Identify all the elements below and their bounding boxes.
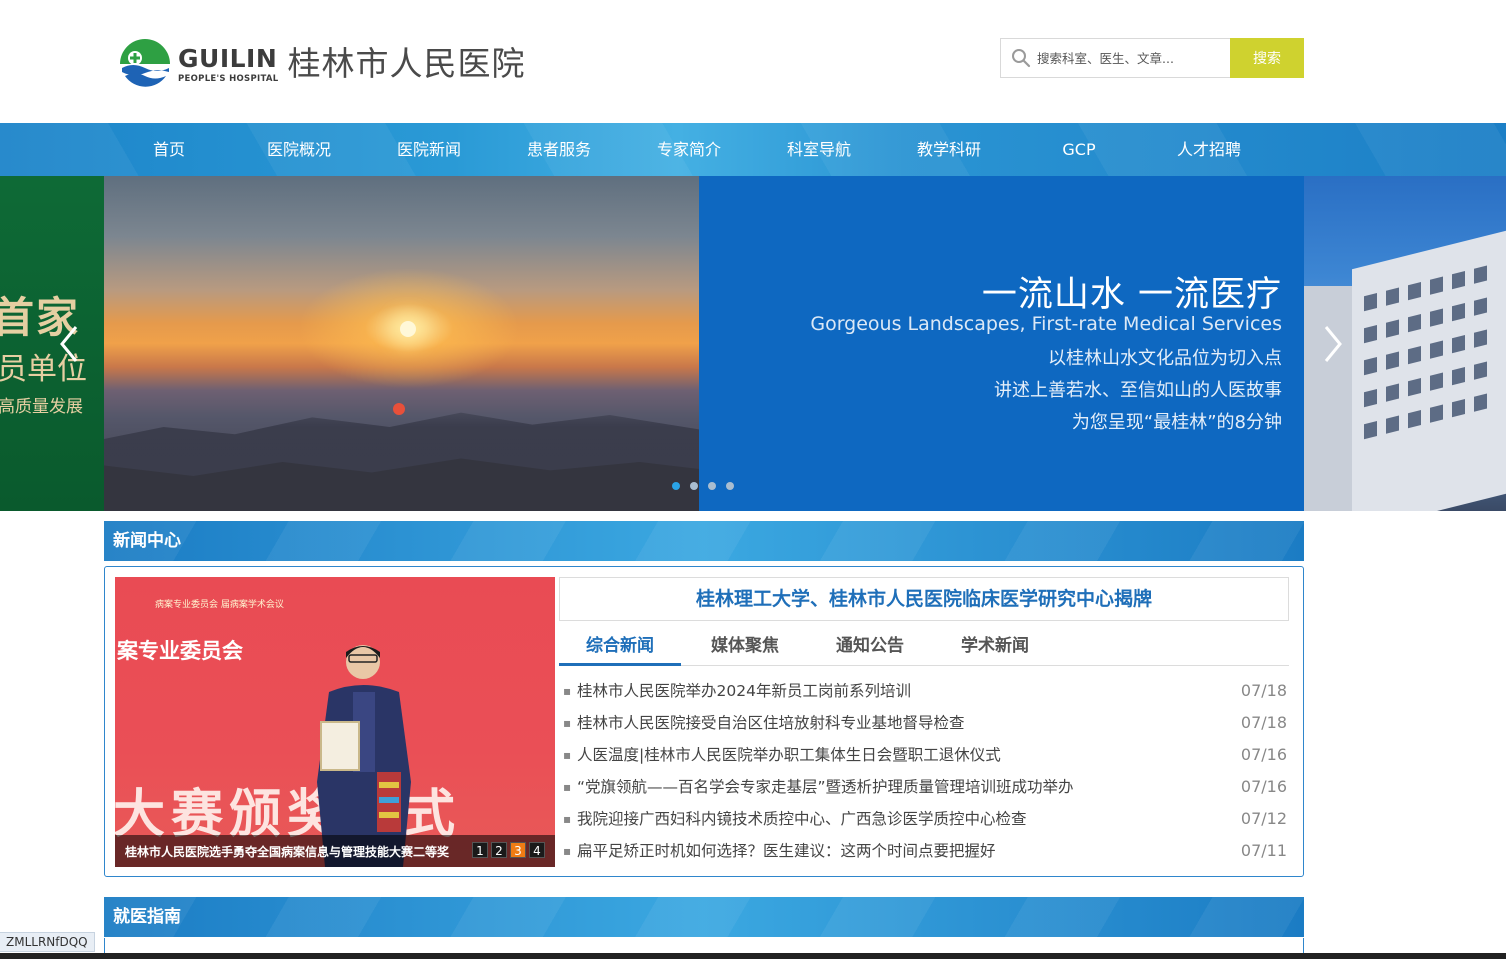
logo-chinese-name: 桂林市人民医院 [287, 44, 526, 83]
logo-english-subtitle: PEOPLE'S HOSPITAL [178, 73, 279, 84]
news-list: ▪ 桂林市人民医院举办2024年新员工岗前系列培训 07/18 ▪ 桂林市人民医… [563, 675, 1289, 867]
medical-guide-header: 就医指南 [104, 897, 1304, 937]
photo-pager: 1 2 3 4 [472, 842, 545, 858]
main-nav: 首页 医院概况 医院新闻 患者服务 专家简介 科室导航 教学科研 GCP 人才招… [0, 123, 1506, 176]
carousel-dot-3[interactable] [708, 482, 716, 490]
search-input[interactable] [1037, 50, 1222, 66]
carousel-dot-1[interactable] [672, 482, 680, 490]
banner-line-1: 以桂林山水文化品位为切入点 [1048, 348, 1282, 369]
news-list-item[interactable]: ▪ 人医温度|桂林市人民医院举办职工集体生日会暨职工退休仪式 07/16 [563, 739, 1289, 771]
bullet-icon: ▪ [563, 716, 572, 730]
carousel-dot-4[interactable] [726, 482, 734, 490]
news-featured-photo[interactable]: 病案专业委员会 届病案学术会议 案专业委员会 大赛颁奖仪式 桂林市人民医院选手勇… [115, 577, 555, 867]
site-header: GUILIN PEOPLE'S HOSPITAL 桂林市人民医院 搜索 [0, 0, 1506, 123]
news-list-item[interactable]: ▪ 桂林市人民医院举办2024年新员工岗前系列培训 07/18 [563, 675, 1289, 707]
banner-line-2: 讲述上善若水、至信如山的人医故事 [994, 380, 1282, 401]
news-list-item[interactable]: ▪ “党旗领航——百名学会专家走基层”暨透析护理质量管理培训班成功举办 07/1… [563, 771, 1289, 803]
lens-flare [393, 403, 405, 415]
photo-backdrop-small-text: 病案专业委员会 届病案学术会议 [155, 600, 284, 610]
banner-sunset-photo[interactable] [104, 176, 699, 511]
medical-guide-panel [104, 938, 1304, 954]
news-item-date: 07/16 [1240, 777, 1287, 796]
news-item-date: 07/18 [1240, 681, 1287, 700]
news-item-date: 07/11 [1240, 841, 1287, 860]
nav-item-recruitment[interactable]: 人才招聘 [1144, 123, 1274, 176]
news-item-title[interactable]: 扁平足矫正时机如何选择？医生建议：这两个时间点要把握好 [577, 835, 996, 867]
status-tooltip: ZMLLRNfDQQ [0, 932, 95, 952]
photo-news-title[interactable]: 桂林市人民医院选手勇夺全国病案信息与管理技能大赛二等奖 [125, 843, 449, 860]
carousel-prev-arrow-icon[interactable] [58, 324, 80, 364]
nav-item-departments[interactable]: 科室导航 [754, 123, 884, 176]
nav-item-home[interactable]: 首页 [104, 123, 234, 176]
bullet-icon: ▪ [563, 748, 572, 762]
news-list-item[interactable]: ▪ 我院迎接广西妇科内镜技术质控中心、广西急诊医学质控中心检查 07/12 [563, 803, 1289, 835]
news-center-panel: 病案专业委员会 届病案学术会议 案专业委员会 大赛颁奖仪式 桂林市人民医院选手勇… [104, 566, 1304, 877]
hospital-logo[interactable]: GUILIN PEOPLE'S HOSPITAL 桂林市人民医院 [119, 37, 525, 91]
tab-academic-news[interactable]: 学术新闻 [934, 633, 1056, 666]
nav-item-patient-services[interactable]: 患者服务 [494, 123, 624, 176]
bullet-icon: ▪ [563, 812, 572, 826]
news-item-title[interactable]: “党旗领航——百名学会专家走基层”暨透析护理质量管理培训班成功举办 [577, 771, 1074, 803]
site-search: 搜索 [1000, 38, 1304, 78]
nav-item-about[interactable]: 医院概况 [234, 123, 364, 176]
photo-page-2[interactable]: 2 [491, 842, 507, 858]
news-center-title: 新闻中心 [113, 531, 181, 551]
hospital-emblem-icon [120, 39, 170, 89]
banner-text-panel[interactable]: 一流山水 一流医疗 Gorgeous Landscapes, First-rat… [699, 176, 1304, 511]
photo-page-4[interactable]: 4 [529, 842, 545, 858]
bullet-icon: ▪ [563, 780, 572, 794]
news-item-title[interactable]: 桂林市人民医院举办2024年新员工岗前系列培训 [577, 675, 911, 707]
hospital-building [1352, 226, 1506, 511]
photo-page-3[interactable]: 3 [510, 842, 526, 858]
news-item-title[interactable]: 桂林市人民医院接受自治区住培放射科专业基地督导检查 [577, 707, 965, 739]
carousel-dot-2[interactable] [690, 482, 698, 490]
page: GUILIN PEOPLE'S HOSPITAL 桂林市人民医院 搜索 首页 医… [0, 0, 1506, 959]
medical-guide-title: 就医指南 [113, 907, 181, 927]
tab-media-focus[interactable]: 媒体聚焦 [684, 633, 806, 666]
browser-bottom-edge [0, 953, 1506, 959]
sun [400, 321, 416, 337]
nav-item-news[interactable]: 医院新闻 [364, 123, 494, 176]
news-item-date: 07/18 [1240, 713, 1287, 732]
bullet-icon: ▪ [563, 684, 572, 698]
news-tabs: 综合新闻 媒体聚焦 通知公告 学术新闻 [559, 633, 1289, 666]
photo-page-1[interactable]: 1 [472, 842, 488, 858]
nav-item-research[interactable]: 教学科研 [884, 123, 1014, 176]
nav-item-gcp[interactable]: GCP [1014, 123, 1144, 176]
banner-prev-slide-peek: 首家 员单位 高质量发展 [0, 176, 104, 511]
news-center-header: 新闻中心 [104, 521, 1304, 561]
news-list-item[interactable]: ▪ 扁平足矫正时机如何选择？医生建议：这两个时间点要把握好 07/11 [563, 835, 1289, 867]
news-item-date: 07/16 [1240, 745, 1287, 764]
photo-caption-bar: 桂林市人民医院选手勇夺全国病案信息与管理技能大赛二等奖 1 2 3 4 [115, 835, 555, 867]
banner-subtitle: Gorgeous Landscapes, First-rate Medical … [810, 313, 1282, 335]
photo-backdrop-caption: 案专业委员会 [117, 639, 243, 663]
banner-carousel: 首家 员单位 高质量发展 一流山水 一流医疗 Gorgeous Landscap… [0, 176, 1506, 511]
news-item-title[interactable]: 人医温度|桂林市人民医院举办职工集体生日会暨职工退休仪式 [577, 739, 1001, 771]
tab-general-news[interactable]: 综合新闻 [559, 633, 681, 666]
news-item-date: 07/12 [1240, 809, 1287, 828]
carousel-next-arrow-icon[interactable] [1322, 324, 1344, 364]
news-list-item[interactable]: ▪ 桂林市人民医院接受自治区住培放射科专业基地督导检查 07/18 [563, 707, 1289, 739]
nav-item-experts[interactable]: 专家简介 [624, 123, 754, 176]
logo-english-name: GUILIN [178, 43, 278, 73]
search-field-wrapper [1000, 38, 1230, 78]
carousel-dots [672, 482, 734, 490]
news-item-title[interactable]: 我院迎接广西妇科内镜技术质控中心、广西急诊医学质控中心检查 [577, 803, 1027, 835]
search-icon [1012, 49, 1031, 68]
banner-left-text-3: 高质量发展 [0, 397, 83, 417]
search-button[interactable]: 搜索 [1230, 38, 1304, 78]
banner-title: 一流山水 一流医疗 [981, 275, 1282, 315]
tab-notices[interactable]: 通知公告 [809, 633, 931, 666]
award-winner-figure [317, 645, 411, 867]
headline-news[interactable]: 桂林理工大学、桂林市人民医院临床医学研究中心揭牌 [559, 577, 1289, 621]
bullet-icon: ▪ [563, 844, 572, 858]
banner-line-3: 为您呈现“最桂林”的8分钟 [1071, 412, 1282, 433]
